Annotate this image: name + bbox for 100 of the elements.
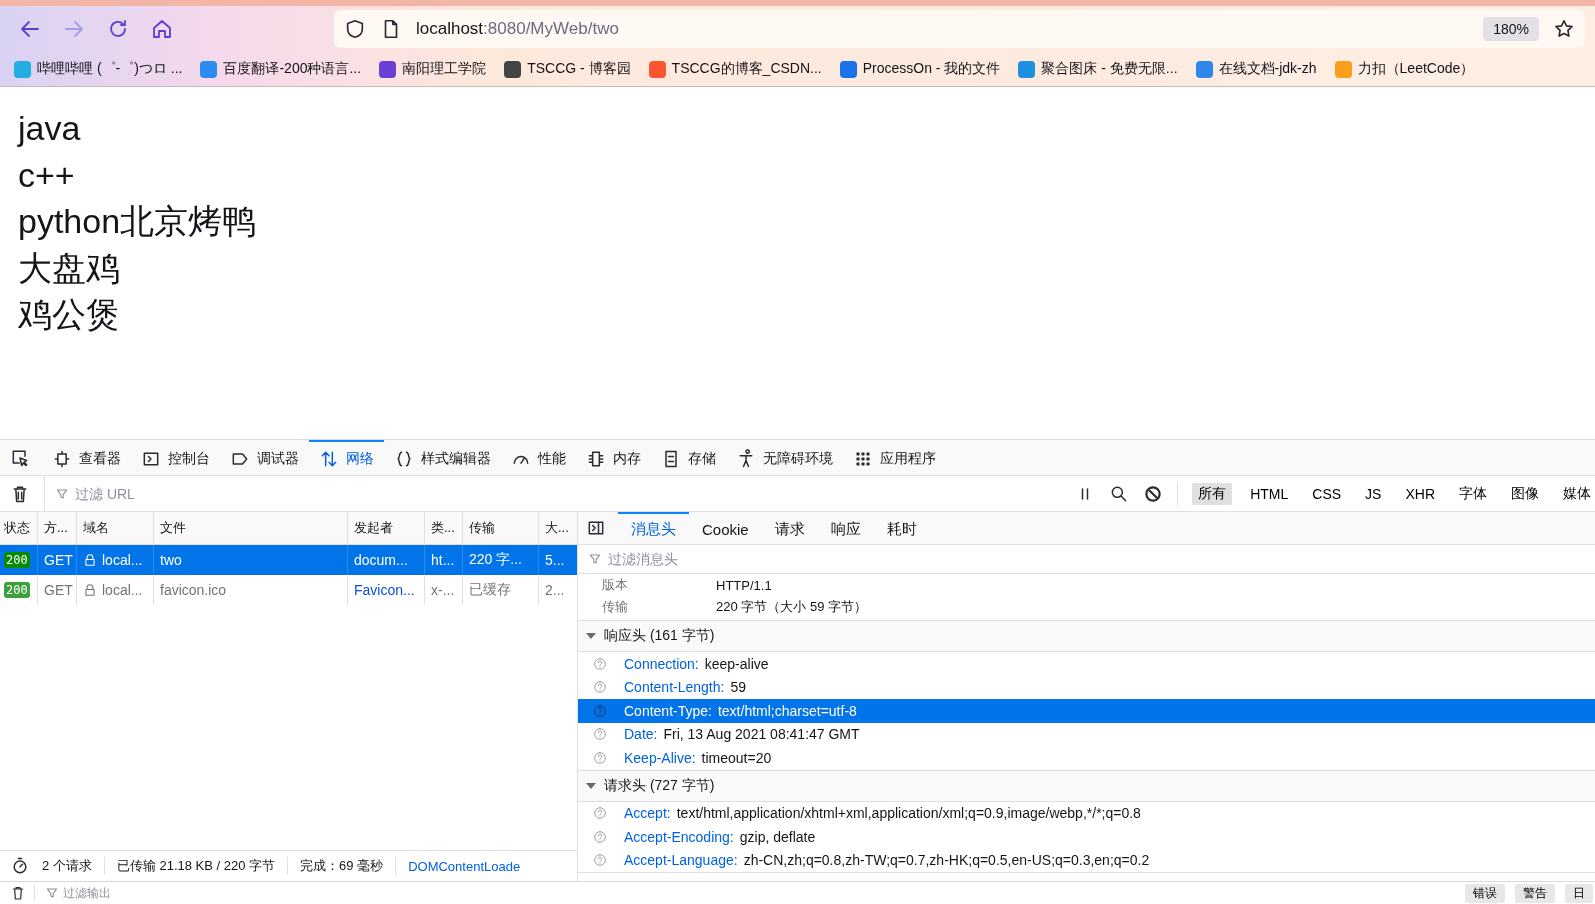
request-row[interactable]: 200 GET local... favicon.ico Favicon... x-... 已缓存 2...	[0, 575, 577, 605]
header-row[interactable]: Accept-Language: zh-CN,zh;q=0.8,zh-TW;q=0.7,zh-HK;q=0.5,en-US;q=0.3,en;q=0.2	[578, 848, 1595, 872]
sidebar-toggle-icon[interactable]	[586, 518, 606, 538]
devtools-tab[interactable]: 网络	[309, 440, 384, 475]
column-header[interactable]: 类...	[425, 512, 463, 544]
table-cell: 已缓存	[463, 575, 539, 605]
bookmark[interactable]: 哔哩哔哩 (゜-゜)つロ ...	[14, 60, 183, 78]
address-bar[interactable]: localhost:8080/MyWeb/two 180%	[334, 10, 1585, 48]
trash-icon[interactable]	[10, 885, 26, 901]
log-level-button[interactable]: 日	[1565, 883, 1593, 903]
column-header[interactable]: 发起者	[348, 512, 425, 544]
filter-icon	[588, 552, 602, 566]
filter-icon	[55, 486, 69, 501]
bookmark[interactable]: ProcessOn - 我的文件	[839, 60, 1001, 78]
type-filter-button[interactable]: 媒体	[1557, 482, 1595, 505]
header-row[interactable]: Content-Type: text/html;charset=utf-8	[578, 699, 1595, 723]
log-level-button[interactable]: 警告	[1515, 883, 1555, 903]
shield-icon[interactable]	[344, 18, 366, 40]
filter-icon	[45, 886, 59, 900]
bookmark[interactable]: 百度翻译-200种语言...	[200, 60, 362, 78]
bookmark[interactable]: TSCCG - 博客园	[504, 60, 631, 78]
favicon-icon	[379, 60, 397, 78]
type-filter-button[interactable]: 图像	[1505, 482, 1545, 505]
filter-field[interactable]: 过滤 URL	[73, 484, 1062, 503]
bookmark[interactable]: TSCCG的博客_CSDN...	[648, 60, 822, 78]
header-row[interactable]: Accept: text/html,application/xhtml+xml,application/xml;q=0.9,image/webp,*/*;q=0.8	[578, 801, 1595, 825]
type-filter-button[interactable]: 字体	[1453, 482, 1493, 505]
bookmark[interactable]: 力扣（LeetCode）	[1334, 60, 1475, 78]
header-filter-field[interactable]: 过滤消息头	[606, 550, 1595, 568]
bookmark[interactable]: 南阳理工学院	[379, 60, 487, 78]
page-text: 鸡公煲	[18, 294, 120, 335]
column-header[interactable]: 域名	[77, 512, 154, 544]
details-tab[interactable]: 请求	[761, 512, 818, 544]
favicon-icon	[839, 60, 857, 78]
type-filter-button[interactable]: 所有	[1192, 482, 1233, 505]
table-cell: ht...	[425, 545, 463, 575]
table-cell: local...	[102, 552, 143, 568]
table-cell-text: 2...	[544, 581, 566, 600]
type-filter-button[interactable]: HTML	[1244, 483, 1295, 504]
bookmark[interactable]: 聚合图床 - 免费无限...	[1018, 60, 1178, 78]
output-filter-field[interactable]: 过滤输出	[63, 885, 1457, 901]
favicon-icon	[200, 60, 218, 78]
transferred-text: 已传输 21.18 KB / 220 字节	[104, 857, 289, 875]
devtools-tab[interactable]: 控制台	[131, 440, 220, 475]
summary-value: 220 字节（大小 59 字节）	[716, 598, 867, 616]
type-filter-button[interactable]: XHR	[1399, 483, 1441, 504]
details-tab[interactable]: Cookie	[689, 512, 762, 544]
person-icon[interactable]	[736, 448, 756, 469]
block-icon[interactable]	[1143, 483, 1164, 504]
page-text: java	[18, 108, 81, 149]
lock-icon	[83, 583, 97, 597]
column-header[interactable]: 大...	[539, 512, 577, 544]
page-text: c++	[18, 154, 75, 196]
lock-icon	[83, 553, 97, 567]
zoom-badge[interactable]: 180%	[1483, 17, 1539, 41]
request-count: 2 个请求	[30, 857, 105, 875]
bookmark[interactable]: 在线文档-jdk-zh	[1195, 60, 1317, 78]
section-header[interactable]: 响应头 (161 字节)	[578, 621, 1595, 652]
header-row[interactable]: Content-Length: 59	[578, 675, 1595, 699]
section-header[interactable]: 请求头 (727 字节)	[578, 770, 1595, 802]
devtools-tab[interactable]: 性能	[501, 440, 576, 475]
details-tab[interactable]: 耗时	[873, 512, 930, 544]
devtools-tab[interactable]: 调试器	[220, 440, 309, 475]
initiator-link[interactable]: docum...	[348, 545, 425, 575]
devtools-tab[interactable]: 查看器	[42, 440, 131, 475]
column-header[interactable]: 传输	[463, 512, 539, 544]
star-icon[interactable]	[1553, 18, 1575, 40]
details-tab[interactable]: 消息头	[618, 512, 689, 544]
table-cell-text: 5...	[544, 551, 566, 570]
url-text: localhost:8080/MyWeb/two	[416, 19, 620, 39]
header-row[interactable]: Date: Fri, 13 Aug 2021 08:41:47 GMT	[578, 722, 1595, 746]
column-header[interactable]: 方...	[38, 512, 77, 544]
devtools-tab[interactable]: 内存	[576, 440, 651, 475]
chip-icon[interactable]	[52, 448, 72, 469]
table-cell: GET	[38, 575, 77, 605]
home-icon[interactable]	[150, 17, 174, 41]
request-row[interactable]: 200 GET local... two docum... ht... 220 字... 5...	[0, 545, 577, 575]
devtools-tab[interactable]: 存储	[651, 440, 726, 475]
favicon-icon	[14, 60, 31, 78]
favicon-icon	[648, 60, 666, 78]
column-header[interactable]: 状态	[0, 512, 38, 544]
devtools-tab[interactable]: 无障碍环境	[726, 440, 843, 475]
type-filter-button[interactable]: CSS	[1306, 483, 1348, 504]
table-cell: local...	[102, 582, 143, 598]
log-level-button[interactable]: 错误	[1465, 883, 1505, 903]
finish-time: 完成：69 毫秒	[288, 857, 397, 875]
stopwatch-icon	[10, 856, 30, 876]
type-filter-button[interactable]: JS	[1359, 483, 1388, 504]
details-tab[interactable]: 响应	[817, 512, 874, 544]
devtools-tab[interactable]: 应用程序	[843, 440, 946, 475]
table-cell: 220 字...	[463, 545, 539, 575]
header-row[interactable]: Keep-Alive: timeout=20	[578, 746, 1595, 770]
devtools-tab[interactable]: 样式编辑器	[384, 440, 501, 475]
domcontentloaded-text: DOMContentLoade	[407, 858, 521, 874]
header-row[interactable]: Connection: keep-alive	[578, 652, 1595, 676]
header-row[interactable]: Accept-Encoding: gzip, deflate	[578, 825, 1595, 849]
initiator-link[interactable]: Favicon...	[348, 575, 425, 605]
column-header[interactable]: 文件	[154, 512, 348, 544]
status-badge: 200	[4, 552, 30, 568]
picker-icon[interactable]	[10, 448, 30, 468]
